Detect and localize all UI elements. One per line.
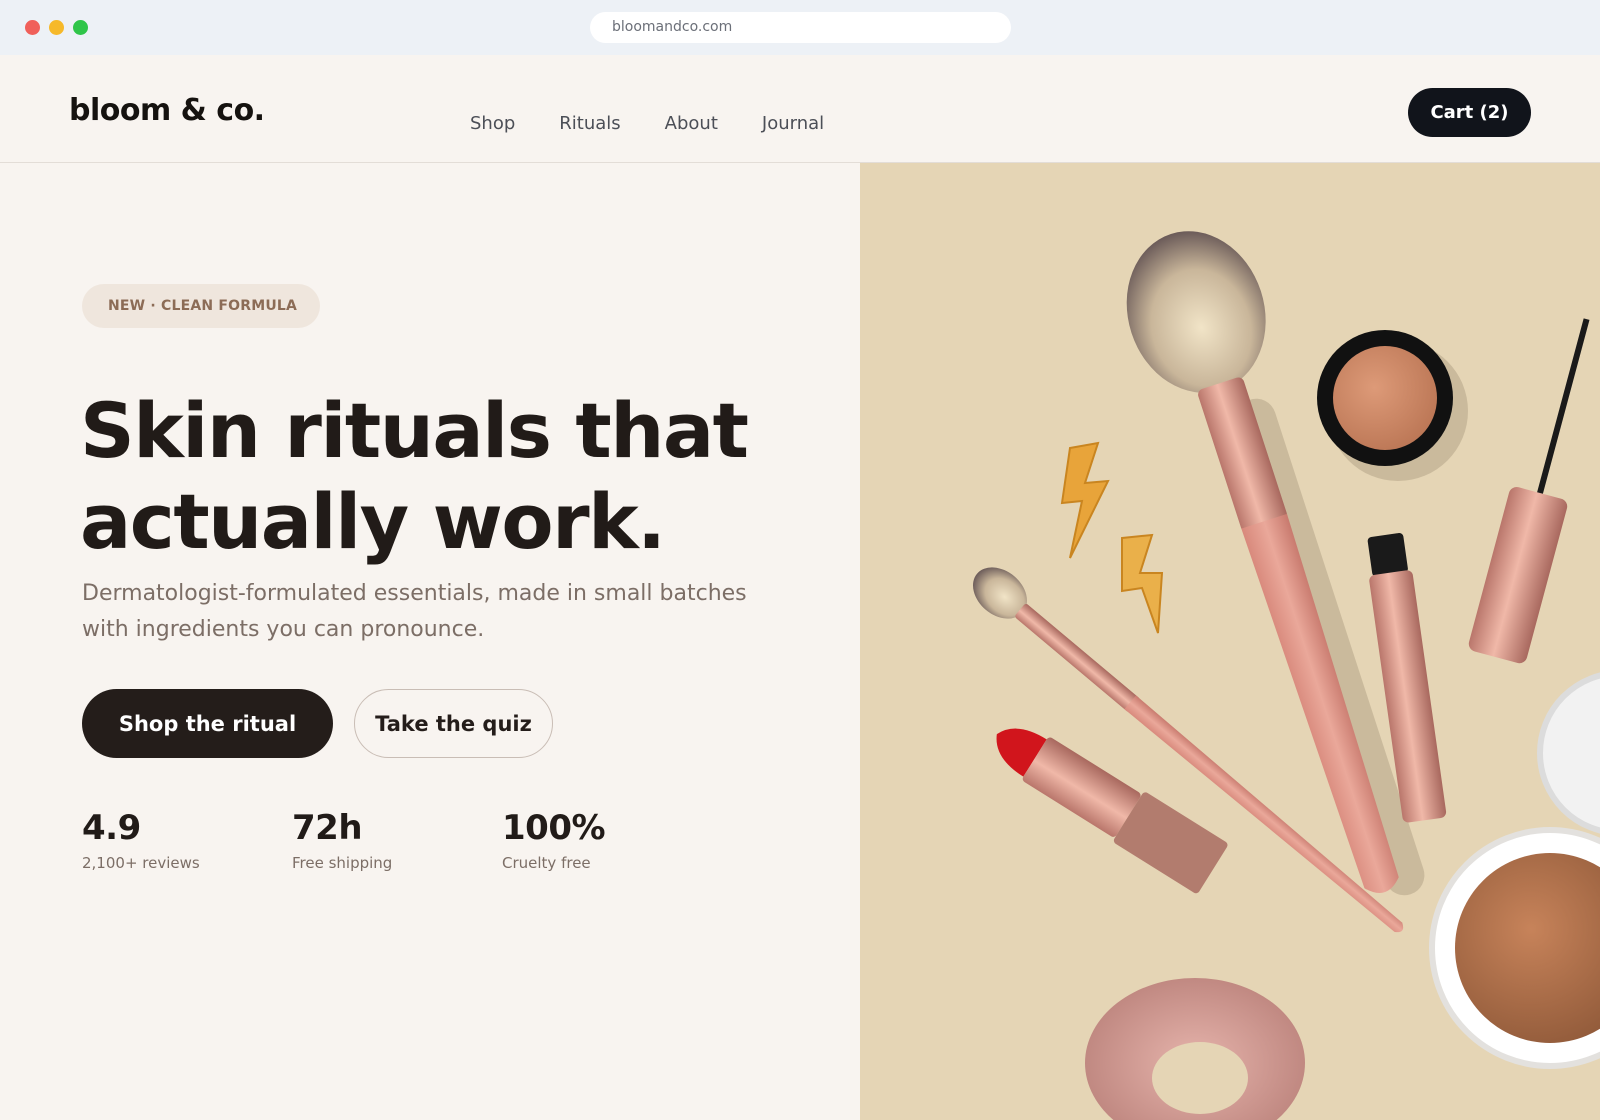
take-the-quiz-button[interactable]: Take the quiz [354, 689, 553, 758]
stat-label: 2,100+ reviews [82, 854, 200, 872]
shop-the-ritual-button[interactable]: Shop the ritual [82, 689, 333, 758]
nav-journal[interactable]: Journal [762, 113, 824, 134]
window-minimize-icon[interactable] [49, 20, 64, 35]
main-nav: Shop Rituals About Journal [470, 113, 868, 134]
lip-gloss-tube [1468, 318, 1590, 664]
stat-label: Free shipping [292, 854, 393, 872]
nav-about[interactable]: About [665, 113, 718, 134]
window-maximize-icon[interactable] [73, 20, 88, 35]
headline-line-2: actually work. [80, 477, 666, 566]
subtitle-line-2: with ingredients you can pronounce. [82, 617, 485, 642]
window-close-icon[interactable] [25, 20, 40, 35]
cart-button[interactable]: Cart (2) [1408, 88, 1531, 137]
compact-mirror [1537, 672, 1600, 834]
address-bar-url: bloomandco.com [612, 19, 733, 35]
nav-rituals[interactable]: Rituals [559, 113, 620, 134]
hero-headline: Skin rituals that actually work. [80, 385, 820, 567]
cosmetics-flatlay-illustration [973, 231, 1600, 1120]
stat-value: 72h [292, 808, 363, 848]
stat-label: Cruelty free [502, 854, 591, 872]
hero-subtitle: Dermatologist-formulated essentials, mad… [82, 576, 782, 648]
brand-logo[interactable]: bloom & co. [69, 93, 265, 128]
stat-cruelty-free: 100% Cruelty free [502, 808, 606, 872]
stat-value: 4.9 [82, 808, 141, 848]
lipstick [996, 728, 1228, 894]
stat-rating: 4.9 2,100+ reviews [82, 808, 200, 872]
stat-value: 100% [502, 808, 606, 848]
lightning-earrings [1060, 441, 1164, 634]
hero-content: NEW · CLEAN FORMULA Skin rituals that ac… [0, 163, 860, 1120]
hero-product-image [860, 163, 1600, 1120]
stat-shipping: 72h Free shipping [292, 808, 392, 872]
nav-shop[interactable]: Shop [470, 113, 515, 134]
site-header: bloom & co. Shop Rituals About Journal C… [0, 55, 1600, 163]
velvet-scrunchie [1085, 978, 1305, 1120]
browser-chrome: bloomandco.com [0, 0, 1600, 55]
address-bar[interactable]: bloomandco.com [590, 12, 1011, 43]
bronzer-compact [1429, 827, 1600, 1069]
new-badge: NEW · CLEAN FORMULA [82, 284, 320, 328]
blush-compact [1317, 330, 1468, 481]
headline-line-1: Skin rituals that [80, 386, 749, 475]
subtitle-line-1: Dermatologist-formulated essentials, mad… [82, 581, 747, 606]
